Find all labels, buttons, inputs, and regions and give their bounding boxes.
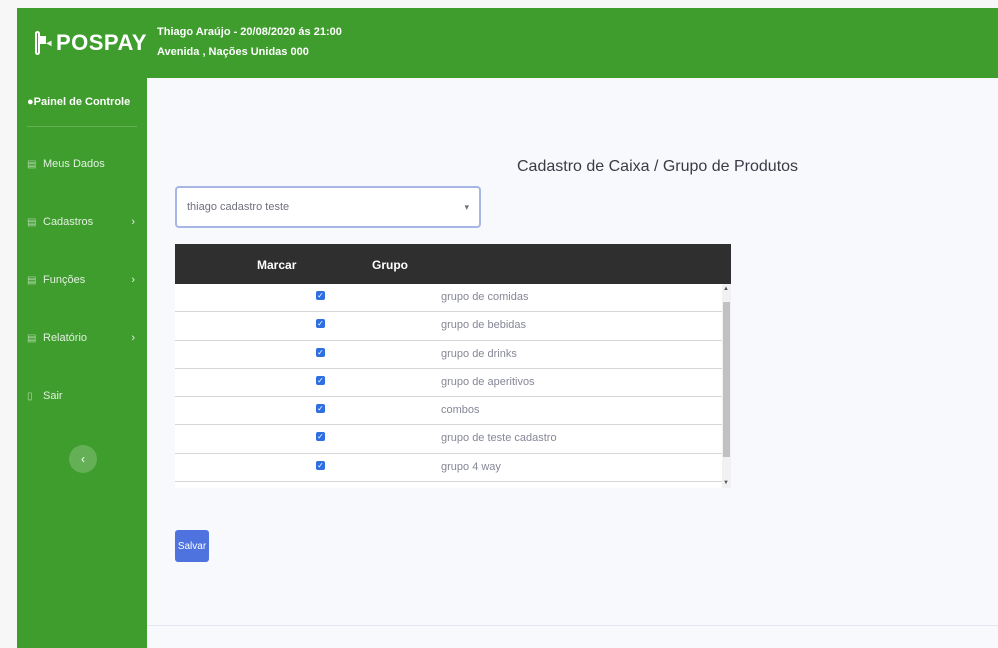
- main-content: Cadastro de Caixa / Grupo de Produtos th…: [147, 78, 998, 626]
- sidebar-item-cadastros[interactable]: ▤ Cadastros ›: [17, 193, 147, 251]
- table-row: ✓ combos: [175, 397, 731, 426]
- table-row: ✓ grupo de teste cadastro: [175, 425, 731, 454]
- column-header-grupo: Grupo: [372, 258, 408, 272]
- table-body[interactable]: ✓ grupo de comidas ✓ grupo de bebidas ✓ gru…: [175, 284, 731, 488]
- table-row: ✓ grupo 4 way: [175, 454, 731, 483]
- scrollbar-thumb[interactable]: [723, 302, 730, 457]
- table-icon: ▤: [27, 274, 37, 286]
- sidebar-item-label: Relatório: [43, 332, 88, 344]
- sidebar-toggle-button[interactable]: ‹: [69, 445, 97, 473]
- sidebar-item-funcoes[interactable]: ▤ Funções ›: [17, 251, 147, 309]
- door-icon: ▯: [27, 390, 33, 402]
- scroll-down-icon[interactable]: ▼: [723, 480, 729, 486]
- sidebar-item-relatorio[interactable]: ▤ Relatório ›: [17, 309, 147, 367]
- table-icon: ▤: [27, 158, 37, 170]
- chevron-right-icon: ›: [131, 274, 135, 286]
- scroll-up-icon[interactable]: ▲: [723, 286, 729, 292]
- group-name: combos: [441, 404, 480, 417]
- checkbox[interactable]: ✓: [316, 291, 325, 300]
- table-scrollbar[interactable]: ▲ ▼: [722, 284, 731, 488]
- user-datetime: Thiago Araújo - 20/08/2020 ás 21:00: [157, 26, 342, 38]
- table-row: ✓ grupo de bebidas: [175, 312, 731, 341]
- checkbox[interactable]: ✓: [316, 319, 325, 329]
- table-icon: ▤: [27, 332, 37, 344]
- save-button[interactable]: Salvar: [175, 530, 209, 562]
- group-name: grupo de comidas: [441, 291, 529, 303]
- pos-terminal-icon: [35, 31, 47, 55]
- app-frame: ◂ POSPAY ● Painel de Controle ▤ Meus Dad…: [17, 8, 998, 648]
- caixa-select[interactable]: thiago cadastro teste ▾: [175, 186, 481, 228]
- sidebar-item-label: Painel de Controle: [33, 96, 131, 108]
- table-row: ✓ grupo de drinks: [175, 341, 731, 369]
- table-row: ✓ grupo de comidas: [175, 284, 731, 313]
- chevron-right-icon: ›: [131, 332, 135, 344]
- dashboard-icon: ●: [27, 96, 34, 108]
- brand-name: POSPAY: [55, 30, 147, 55]
- sidebar-item-label: Sair: [43, 390, 63, 402]
- chevron-down-icon: ▾: [464, 202, 469, 212]
- checkbox[interactable]: ✓: [316, 460, 325, 470]
- group-name: grupo de aperitivos: [441, 375, 535, 388]
- sidebar-divider: [27, 126, 137, 127]
- store-address: Avenida , Nações Unidas 000: [157, 46, 309, 58]
- chevron-right-icon: ›: [131, 216, 135, 228]
- sidebar-item-sair[interactable]: ▯ Sair: [17, 367, 147, 425]
- checkbox[interactable]: ✓: [316, 347, 325, 357]
- sidebar-item-label: Funções: [43, 274, 86, 286]
- sidebar: ◂ POSPAY ● Painel de Controle ▤ Meus Dad…: [17, 8, 147, 648]
- brand[interactable]: ◂ POSPAY: [17, 8, 147, 78]
- sidebar-item-label: Cadastros: [43, 216, 94, 228]
- table-header: Marcar Grupo: [175, 244, 731, 284]
- page-title: Cadastro de Caixa / Grupo de Produtos: [517, 158, 799, 175]
- group-name: grupo de drinks: [441, 347, 517, 360]
- groups-table: Marcar Grupo ✓ grupo de comidas ✓ grupo de…: [175, 244, 731, 488]
- table-row: [175, 482, 731, 488]
- table-row: ✓ grupo de aperitivos: [175, 369, 731, 398]
- signal-icon: ◂: [46, 37, 52, 49]
- group-name: grupo de teste cadastro: [441, 432, 557, 445]
- table-icon: ▤: [27, 216, 37, 228]
- sidebar-item-meus-dados[interactable]: ▤ Meus Dados: [17, 135, 147, 193]
- group-name: grupo de bebidas: [441, 319, 527, 332]
- topbar: Thiago Araújo - 20/08/2020 ás 21:00 Aven…: [147, 8, 998, 78]
- sidebar-item-label: Meus Dados: [43, 158, 105, 170]
- select-value: thiago cadastro teste: [187, 201, 290, 213]
- checkbox[interactable]: ✓: [316, 404, 325, 414]
- sidebar-item-dashboard[interactable]: ● Painel de Controle: [17, 78, 147, 126]
- footer-divider: [147, 625, 998, 626]
- checkbox[interactable]: ✓: [316, 375, 325, 385]
- column-header-marcar: Marcar: [257, 258, 297, 272]
- checkbox[interactable]: ✓: [316, 432, 325, 442]
- group-name: grupo 4 way: [441, 460, 501, 473]
